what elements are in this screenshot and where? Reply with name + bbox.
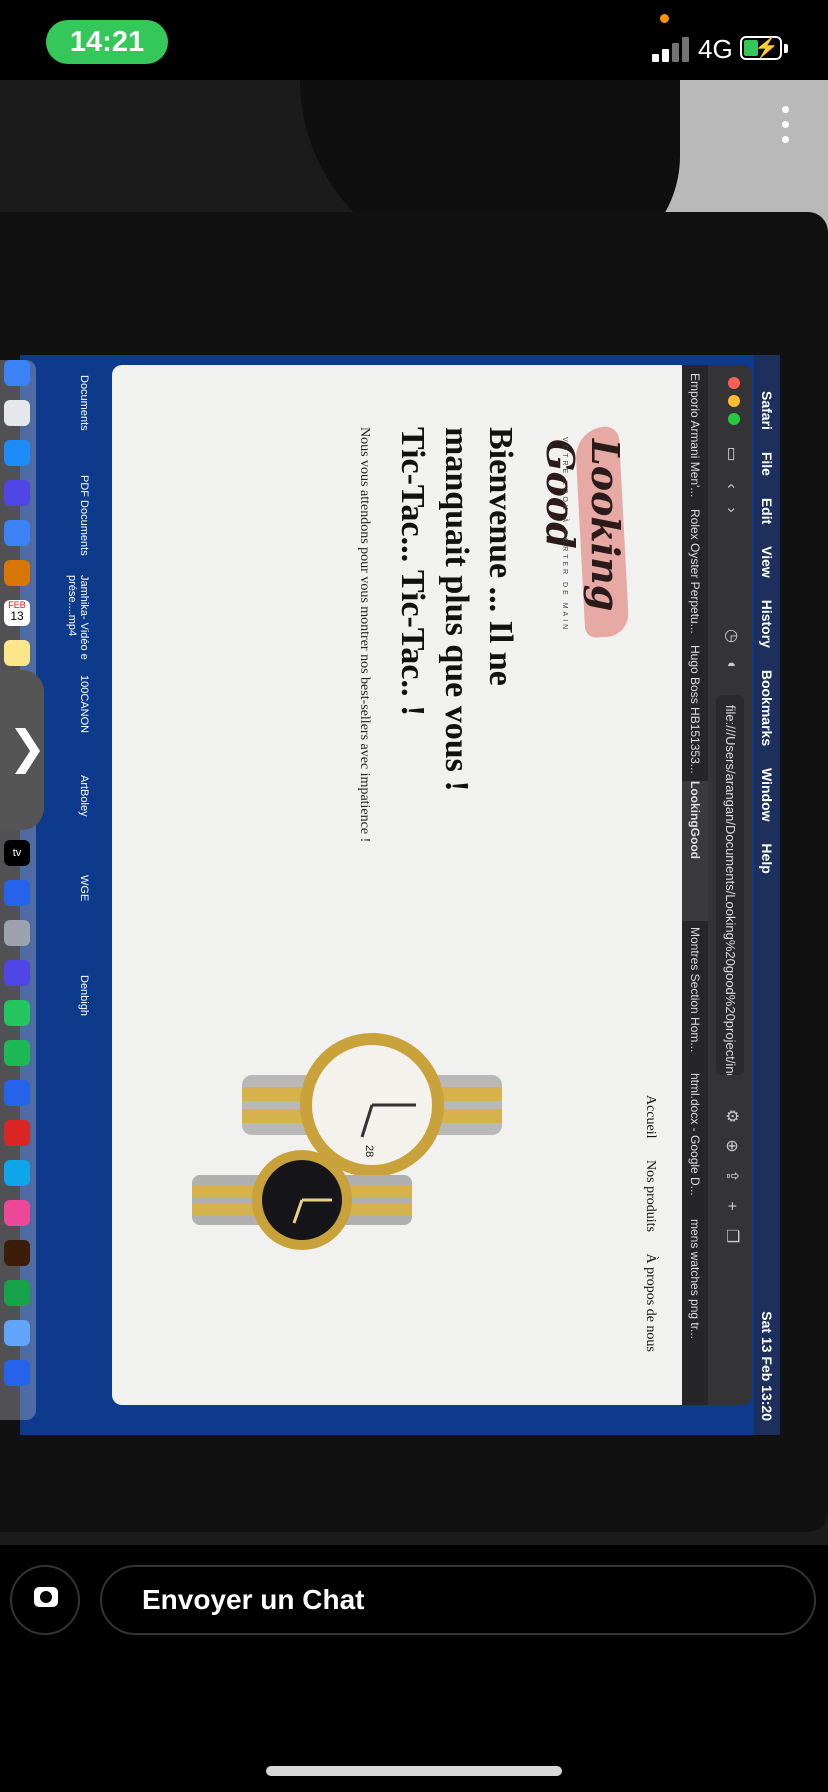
desktop-item-pdf-documents[interactable]: PDF Documents (78, 475, 90, 565)
calendar-icon[interactable]: FEB 13 (4, 600, 30, 626)
launchpad-icon[interactable] (4, 400, 30, 426)
keynote-icon[interactable] (4, 1360, 30, 1386)
tab-hugo-boss[interactable]: Hugo Boss HB151353... (682, 645, 708, 775)
extension-icon[interactable]: ⚙ (720, 1105, 742, 1127)
download-icon[interactable]: ⊕ (720, 1135, 742, 1157)
hero-line-2: manquait plus que vous ! (438, 427, 475, 792)
cellular-signal-icon (652, 36, 692, 62)
hero-line-1: Bienvenue ... Il ne (482, 427, 519, 686)
desktop-item-artboley[interactable]: ArtBoley (78, 775, 90, 865)
spotify-icon[interactable] (4, 1040, 30, 1066)
menu-clock[interactable]: Sat 13 Feb 13:20 (754, 1311, 780, 1421)
forward-icon[interactable]: › (720, 499, 742, 521)
apple-tv-icon[interactable]: tv (4, 840, 30, 866)
tab-montres[interactable]: Montres Section Hom... (682, 927, 708, 1067)
system-preferences-icon[interactable] (4, 920, 30, 946)
desktop-item-wge[interactable]: WGE (78, 875, 90, 965)
site-nav: Accueil Nos produits À propos de nous (642, 1095, 658, 1370)
powerpoint-icon[interactable] (4, 1120, 30, 1146)
numbers-icon[interactable] (4, 1280, 30, 1306)
notes-icon[interactable] (4, 640, 30, 666)
nav-a-propos[interactable]: À propos de nous (643, 1253, 658, 1351)
camera-icon (34, 1587, 58, 1607)
nav-accueil[interactable]: Accueil (643, 1095, 658, 1139)
new-tab-icon[interactable]: + (720, 1195, 742, 1217)
more-options-icon[interactable] (780, 106, 792, 150)
textedit-icon[interactable] (4, 1160, 30, 1186)
desktop-item-video[interactable]: Jamhika- Vidéo e prése....mp4 (66, 575, 90, 665)
privacy-shield-icon[interactable]: ◐ (720, 655, 742, 677)
status-bar: 14:21 4G ⚡ (0, 0, 828, 80)
menu-bookmarks[interactable]: Bookmarks (759, 670, 775, 746)
status-time[interactable]: 14:21 (46, 20, 168, 64)
close-window-button[interactable] (728, 377, 740, 389)
nav-nos-produits[interactable]: Nos produits (643, 1160, 658, 1232)
share-icon[interactable]: ⇪ (720, 1165, 742, 1187)
rocket-icon[interactable] (4, 480, 30, 506)
mac-menu-bar: Safari File Edit View History Bookmarks … (754, 355, 780, 1435)
chat-bar: Envoyer un Chat (0, 1545, 828, 1640)
illustrator-icon[interactable] (4, 1240, 30, 1266)
network-type: 4G (698, 34, 733, 64)
hero-subtitle: Nous vous attendons pour vous montrer no… (357, 427, 372, 843)
finder-icon[interactable] (4, 360, 30, 386)
menu-file[interactable]: File (759, 452, 775, 476)
browser-toolbar: ▭ ‹ › ◷ ◐ file:///Users/arangan/Document… (708, 365, 752, 1405)
web-page: Looking Good VOTRE LOOK À PORTER DE MAIN… (112, 365, 682, 1405)
camera-button[interactable] (10, 1565, 80, 1635)
menu-safari[interactable]: Safari (759, 391, 775, 430)
teams-icon[interactable] (4, 960, 30, 986)
back-icon[interactable]: ‹ (720, 475, 742, 497)
hero-line-3: Tic-Tac... Tic-Tac.. ! (394, 427, 431, 717)
zoom-window-button[interactable] (728, 413, 740, 425)
tab-rolex[interactable]: Rolex Oyster Perpetu... (682, 509, 708, 639)
desktop-item-documents[interactable]: Documents (78, 375, 90, 465)
contacts-icon[interactable] (4, 560, 30, 586)
tab-overview-icon[interactable]: ❐ (720, 1225, 742, 1247)
desktop-item-denbigh[interactable]: Denbigh (78, 975, 90, 1065)
watch-black-dial-image (192, 1150, 412, 1250)
word-icon[interactable] (4, 1080, 30, 1106)
battery-icon: ⚡ (740, 36, 782, 60)
site-logo[interactable]: Looking Good VOTRE LOOK À PORTER DE MAIN (538, 425, 642, 639)
safari-icon[interactable] (4, 440, 30, 466)
creative-cloud-icon[interactable] (4, 1200, 30, 1226)
tab-emporio-armani[interactable]: Emporio Armani Men'... (682, 373, 708, 503)
app-store-icon[interactable] (4, 880, 30, 906)
home-indicator[interactable] (266, 1766, 562, 1776)
chat-input[interactable]: Envoyer un Chat (100, 1565, 816, 1635)
chevron-right-icon[interactable]: ❯ (8, 720, 47, 774)
laptop-screen: Safari File Edit View History Bookmarks … (20, 355, 780, 1435)
desktop-item-100canon[interactable]: 100CANON (78, 675, 90, 765)
safari-window: ▭ ‹ › ◷ ◐ file:///Users/arangan/Document… (112, 365, 752, 1405)
sidebar-icon[interactable]: ▭ (720, 443, 742, 465)
privacy-indicator-icon (660, 14, 669, 23)
logo-text: Looking Good (538, 439, 628, 612)
address-bar[interactable]: file:///Users/arangan/Documents/Looking%… (716, 695, 744, 1075)
whatsapp-icon[interactable] (4, 1000, 30, 1026)
hero-heading: Bienvenue ... Il ne manquait plus que vo… (390, 427, 522, 847)
mac-dock: FEB 13 tv (0, 360, 36, 1420)
tab-bar: Emporio Armani Men'... Rolex Oyster Perp… (682, 365, 708, 1405)
minimize-window-button[interactable] (728, 395, 740, 407)
menu-edit[interactable]: Edit (759, 498, 775, 524)
tab-lookinggood[interactable]: LookingGood (682, 781, 708, 921)
menu-view[interactable]: View (759, 546, 775, 578)
menu-window[interactable]: Window (759, 768, 775, 822)
menu-history[interactable]: History (759, 600, 775, 648)
history-icon[interactable]: ◷ (720, 625, 742, 647)
tab-google-docs[interactable]: html.docx - Google D... (682, 1073, 708, 1213)
preview-icon[interactable] (4, 1320, 30, 1346)
menu-help[interactable]: Help (759, 843, 775, 873)
mail-icon[interactable] (4, 520, 30, 546)
tab-google-search[interactable]: mens watches png tr... (682, 1219, 708, 1359)
logo-tagline: VOTRE LOOK À PORTER DE MAIN (561, 437, 568, 633)
snap-photo: Safari File Edit View History Bookmarks … (0, 80, 828, 1640)
